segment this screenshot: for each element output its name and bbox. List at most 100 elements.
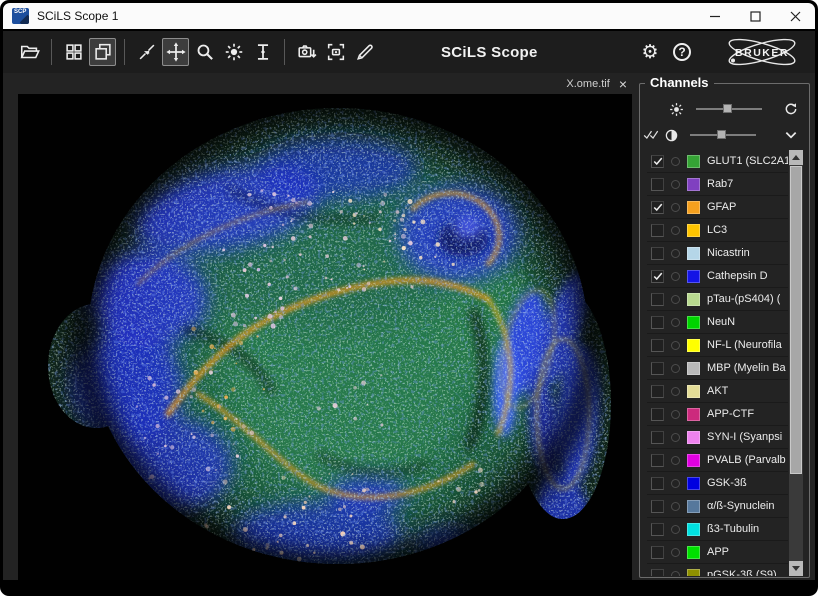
open-folder-button[interactable] [16,38,43,66]
image-canvas[interactable] [18,94,632,580]
channel-visibility-checkbox[interactable] [651,155,664,168]
snapshot-icon [325,41,347,63]
channel-color-swatch[interactable] [687,270,700,283]
channels-panel: Channels [635,73,815,580]
brightness-slider[interactable] [696,103,762,115]
collapse-button[interactable] [781,127,801,143]
channel-solo-radio[interactable] [671,203,680,212]
scrollbar-thumb[interactable] [790,166,802,474]
channel-color-swatch[interactable] [687,362,700,375]
channel-visibility-checkbox[interactable] [651,362,664,375]
settings-button[interactable]: ⚙ [637,39,663,65]
channel-solo-radio[interactable] [671,180,680,189]
reset-button[interactable] [781,101,801,117]
channel-visibility-checkbox[interactable] [651,247,664,260]
channel-label: AKT [707,385,728,397]
channel-solo-radio[interactable] [671,502,680,511]
channel-solo-radio[interactable] [671,295,680,304]
channel-visibility-checkbox[interactable] [651,385,664,398]
minimize-button[interactable] [695,3,735,29]
channel-visibility-checkbox[interactable] [651,431,664,444]
channel-visibility-checkbox[interactable] [651,523,664,536]
brightness-slider-thumb[interactable] [723,104,732,113]
channel-label: Rab7 [707,178,733,190]
channel-visibility-checkbox[interactable] [651,178,664,191]
channel-visibility-checkbox[interactable] [651,500,664,513]
snapshot-button[interactable] [322,38,349,66]
scroll-down-button[interactable] [789,561,803,576]
app-window: SCP SCiLS Scope 1 SCiLS Scope ⚙ ? [0,0,818,596]
channel-visibility-checkbox[interactable] [651,316,664,329]
tab-close-icon[interactable]: × [619,77,627,91]
channel-color-swatch[interactable] [687,224,700,237]
help-button[interactable]: ? [669,39,695,65]
maximize-button[interactable] [735,3,775,29]
fit-to-screen-button[interactable] [133,38,160,66]
title-bar[interactable]: SCP SCiLS Scope 1 [3,3,815,29]
channel-solo-radio[interactable] [671,249,680,258]
tab-bar: X.ome.tif × [3,73,635,94]
contrast-range-button[interactable] [249,38,276,66]
channel-color-swatch[interactable] [687,569,700,577]
bruker-logo: BRUKER [723,37,801,67]
channel-visibility-checkbox[interactable] [651,201,664,214]
toolbar-separator [124,39,125,65]
channel-solo-radio[interactable] [671,433,680,442]
zoom-button[interactable] [191,38,218,66]
channel-color-swatch[interactable] [687,293,700,306]
channel-visibility-checkbox[interactable] [651,270,664,283]
channel-color-swatch[interactable] [687,316,700,329]
layers-button[interactable] [89,38,116,66]
channel-solo-radio[interactable] [671,548,680,557]
channel-solo-radio[interactable] [671,364,680,373]
channel-visibility-checkbox[interactable] [651,477,664,490]
channel-row: APP-CTF [647,403,788,426]
channel-color-swatch[interactable] [687,247,700,260]
channel-visibility-checkbox[interactable] [651,339,664,352]
channel-solo-radio[interactable] [671,157,680,166]
channel-visibility-checkbox[interactable] [651,569,664,577]
channel-visibility-checkbox[interactable] [651,454,664,467]
contrast-slider[interactable] [690,129,756,141]
channel-color-swatch[interactable] [687,500,700,513]
channel-visibility-checkbox[interactable] [651,546,664,559]
channel-color-swatch[interactable] [687,178,700,191]
select-all-button[interactable] [642,129,660,141]
channel-color-swatch[interactable] [687,155,700,168]
measure-button[interactable] [351,38,378,66]
channel-solo-radio[interactable] [671,226,680,235]
pan-button[interactable] [162,38,189,66]
channel-label: pGSK-3ß (S9) [707,569,777,576]
channel-solo-radio[interactable] [671,410,680,419]
channel-color-swatch[interactable] [687,339,700,352]
channel-solo-radio[interactable] [671,387,680,396]
channel-solo-radio[interactable] [671,571,680,577]
channel-label: NeuN [707,316,735,328]
channel-solo-radio[interactable] [671,456,680,465]
channel-color-swatch[interactable] [687,201,700,214]
channel-color-swatch[interactable] [687,546,700,559]
brightness-button[interactable] [220,38,247,66]
scroll-up-button[interactable] [789,150,803,165]
grid-view-button[interactable] [60,38,87,66]
channel-solo-radio[interactable] [671,525,680,534]
channel-solo-radio[interactable] [671,318,680,327]
channel-visibility-checkbox[interactable] [651,408,664,421]
export-image-button[interactable] [293,38,320,66]
channel-visibility-checkbox[interactable] [651,293,664,306]
channel-color-swatch[interactable] [687,523,700,536]
channel-solo-radio[interactable] [671,341,680,350]
channel-visibility-checkbox[interactable] [651,224,664,237]
channel-solo-radio[interactable] [671,272,680,281]
gear-icon: ⚙ [641,43,658,62]
channel-solo-radio[interactable] [671,479,680,488]
channel-color-swatch[interactable] [687,385,700,398]
tab-x-ome-tif[interactable]: X.ome.tif × [562,77,631,91]
close-button[interactable] [775,3,815,29]
channel-color-swatch[interactable] [687,454,700,467]
contrast-slider-thumb[interactable] [717,130,726,139]
channel-list-scrollbar[interactable] [789,150,803,576]
channel-color-swatch[interactable] [687,477,700,490]
channel-color-swatch[interactable] [687,431,700,444]
channel-color-swatch[interactable] [687,408,700,421]
